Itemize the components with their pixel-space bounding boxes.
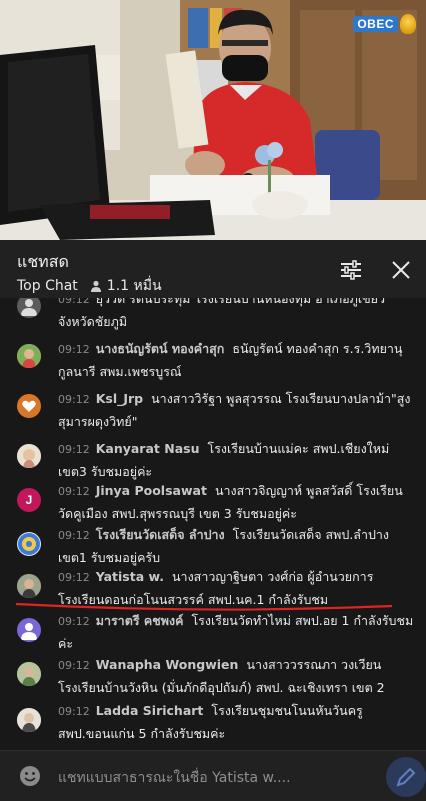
avatar[interactable] — [17, 394, 41, 418]
photo-avatar-icon — [17, 444, 41, 468]
logo-text: OBEC — [353, 16, 398, 32]
photo-avatar-icon — [17, 662, 41, 686]
heart-icon — [22, 400, 36, 412]
message-time: 09:12 — [58, 393, 90, 406]
message-author[interactable]: Ksl_Jrp — [96, 391, 143, 406]
photo-avatar-icon — [17, 344, 41, 368]
avatar[interactable] — [17, 298, 41, 318]
chat-input[interactable]: แชทแบบสาธารณะในชื่อ Yatista w.... — [58, 767, 291, 789]
video-player[interactable]: OBEC — [0, 0, 426, 240]
photo-avatar-icon — [17, 708, 41, 732]
send-icon — [396, 767, 416, 787]
message-author[interactable]: มาราตรี คชพงค์ — [96, 613, 184, 628]
avatar[interactable] — [17, 532, 41, 556]
message-time: 09:12 — [58, 485, 90, 498]
person-icon — [90, 280, 101, 292]
message-author[interactable]: Jinya Poolsawat — [96, 483, 207, 498]
message-author[interactable]: Ladda Sirichart — [96, 703, 204, 718]
video-frame — [0, 0, 426, 240]
avatar[interactable] — [17, 344, 41, 368]
message-time: 09:12 — [58, 343, 90, 356]
message-time: 09:12 — [58, 443, 90, 456]
viewer-count-text: 1.1 หมื่น — [106, 278, 162, 294]
school-emblem-icon — [18, 533, 40, 555]
avatar[interactable] — [17, 574, 41, 598]
message-time: 09:12 — [58, 529, 90, 542]
message-time: 09:12 — [58, 615, 90, 628]
avatar[interactable] — [17, 708, 41, 732]
sliders-icon[interactable] — [339, 258, 363, 282]
message-time: 09:12 — [58, 659, 90, 672]
send-button[interactable] — [386, 757, 426, 797]
chat-message-list[interactable]: 09:12 ยุววดี รัตนประทุม โรงเรียนบ้านหนองท… — [0, 298, 426, 750]
message-author[interactable]: Wanapha Wongwien — [96, 657, 239, 672]
message-time: 09:12 — [58, 298, 90, 306]
message-author[interactable]: นางธนัญรัตน์ ทองคำสุก — [96, 341, 225, 356]
chat-header: แชทสด Top Chat 1.1 หมื่น — [0, 240, 426, 299]
generic-avatar-icon — [21, 299, 37, 316]
message-time: 09:12 — [58, 705, 90, 718]
avatar[interactable] — [17, 444, 41, 468]
message-author[interactable]: Yatista w. — [96, 569, 164, 584]
channel-logo: OBEC — [353, 14, 416, 34]
message-author[interactable]: Kanyarat Nasu — [96, 441, 200, 456]
smiley-icon[interactable] — [19, 765, 41, 787]
avatar[interactable]: J — [17, 488, 41, 512]
close-icon[interactable] — [389, 258, 413, 282]
message-author[interactable]: โรงเรียนวัดเสด็จ ลำปาง — [96, 527, 225, 542]
message-text: ยุววดี รัตนประทุม โรงเรียนบ้านหนองทุ่ม อ… — [58, 298, 386, 329]
avatar[interactable] — [17, 618, 41, 642]
avatar-letter: J — [25, 493, 33, 507]
avatar[interactable] — [17, 662, 41, 686]
viewer-count: 1.1 หมื่น — [90, 275, 162, 297]
chat-mode-dropdown[interactable]: Top Chat — [17, 278, 78, 294]
photo-avatar-icon — [17, 574, 41, 598]
chat-title: แชทสด — [17, 252, 69, 271]
emblem-icon — [400, 14, 416, 34]
message-time: 09:12 — [58, 571, 90, 584]
chat-composer: แชทแบบสาธารณะในชื่อ Yatista w.... — [0, 750, 426, 801]
generic-avatar-icon — [21, 623, 37, 640]
